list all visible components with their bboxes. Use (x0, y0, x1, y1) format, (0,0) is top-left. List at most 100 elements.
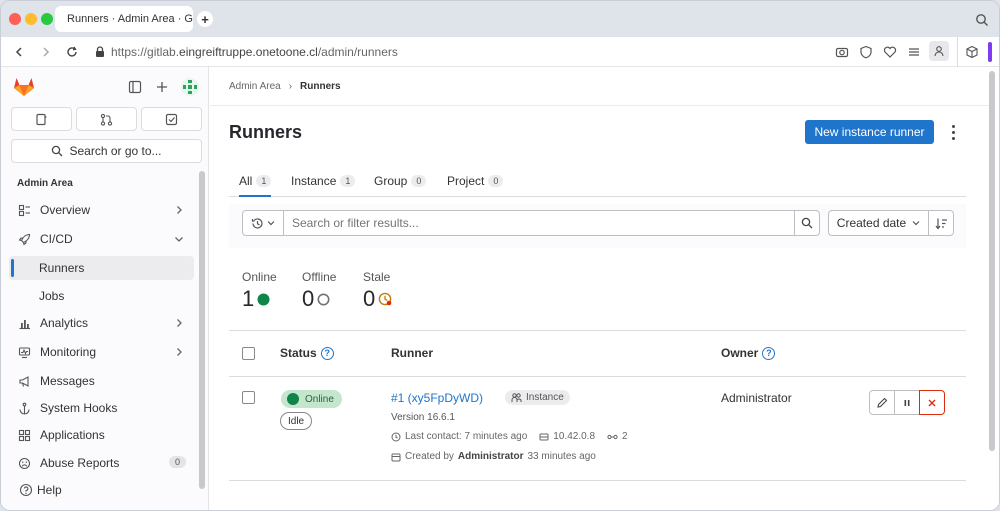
sidebar-item-system-hooks[interactable]: System Hooks (9, 396, 194, 420)
issues-button[interactable] (11, 107, 72, 131)
breadcrumb-admin-area[interactable]: Admin Area (229, 81, 281, 92)
created-by-user[interactable]: Administrator (458, 451, 524, 462)
edit-runner-button[interactable] (869, 390, 895, 415)
sidebar-item-jobs[interactable]: Jobs (9, 284, 194, 308)
runner-name-link[interactable]: #1 (xy5FpDyWD) (391, 391, 483, 405)
runner-meta-line: Last contact: 7 minutes ago 10.42.0.8 2 (391, 431, 628, 442)
sort-direction-button[interactable] (928, 210, 954, 236)
sidebar-item-overview[interactable]: Overview (9, 198, 194, 222)
created-ago: 33 minutes ago (527, 451, 596, 462)
created-prefix: Created by (405, 451, 454, 462)
sidebar-section-title: Admin Area (17, 178, 73, 189)
settings-sliders-icon[interactable] (907, 45, 921, 59)
status-help-icon[interactable]: ? (320, 346, 334, 360)
toggle-sidebar-icon[interactable] (128, 80, 142, 94)
sidebar-search-button[interactable]: Search or go to... (11, 139, 202, 163)
history-icon (251, 217, 263, 229)
pencil-icon (877, 397, 888, 408)
tab-group[interactable]: Group 0 (374, 170, 427, 192)
sidebar-item-analytics[interactable]: Analytics (9, 311, 194, 335)
plus-icon[interactable] (155, 80, 169, 94)
sidebar-toggle-indicator[interactable] (988, 42, 992, 62)
stat-stale: Stale 0 (363, 270, 392, 312)
stat-label: Offline (302, 270, 337, 284)
sidebar-item-messages[interactable]: Messages (9, 369, 194, 393)
header-runner-label: Runner (391, 346, 433, 360)
filter-search-button[interactable] (794, 210, 820, 236)
stat-offline: Offline 0 (302, 270, 336, 312)
clock-icon (391, 432, 401, 441)
sidebar-item-runners[interactable]: Runners (9, 256, 194, 280)
sidebar-item-cicd[interactable]: CI/CD (9, 227, 194, 251)
breadcrumb-current[interactable]: Runners (300, 81, 341, 92)
sidebar-item-label: Applications (40, 428, 105, 442)
address-bar[interactable]: https://gitlab.eingreiftruppe.onetoone.c… (89, 41, 957, 63)
pause-runner-button[interactable] (894, 390, 920, 415)
heart-icon[interactable] (883, 45, 897, 59)
delete-runner-button[interactable] (919, 390, 945, 415)
main-content: Admin Area › Runners Runners New instanc… (210, 67, 999, 510)
tab-project[interactable]: Project 0 (447, 170, 504, 192)
issues-icon (36, 113, 47, 125)
header-owner-label: Owner (721, 346, 759, 360)
sidebar-item-label: Messages (40, 374, 95, 388)
browser-window: Runners · Admin Area · G + https://gitla… (0, 0, 1000, 511)
browser-tab[interactable]: Runners · Admin Area · G (55, 6, 193, 32)
sidebar-item-abuse-reports[interactable]: Abuse Reports 0 (9, 451, 194, 475)
new-tab-button[interactable]: + (197, 11, 213, 27)
header-status: Status ? (280, 346, 334, 360)
header-runner: Runner (391, 346, 433, 360)
new-instance-runner-button[interactable]: New instance runner (805, 120, 934, 144)
admin-sidebar: Search or go to... Admin Area Overview C… (1, 67, 209, 510)
sort-descending-icon (935, 218, 947, 229)
sidebar-search-label: Search or go to... (69, 144, 162, 158)
maximize-window-button[interactable] (41, 13, 53, 25)
stat-value: 1 (242, 286, 255, 311)
sort-dropdown[interactable]: Created date (828, 210, 929, 236)
user-avatar-icon[interactable] (180, 77, 200, 97)
browser-toolbar: https://gitlab.eingreiftruppe.onetoone.c… (1, 37, 999, 67)
owner-help-icon[interactable]: ? (762, 346, 776, 360)
sidebar-item-label: Analytics (40, 316, 89, 330)
header-owner: Owner ? (721, 346, 776, 360)
tab-instance[interactable]: Instance 1 (291, 170, 356, 192)
sidebar-item-monitoring[interactable]: Monitoring (9, 340, 194, 364)
url-host: eingreiftruppe.onetoone.cl (179, 45, 318, 59)
filter-search-input[interactable] (283, 210, 795, 236)
back-icon[interactable] (11, 44, 27, 60)
minimize-window-button[interactable] (25, 13, 37, 25)
todo-button[interactable] (141, 107, 202, 131)
shield-icon[interactable] (859, 45, 873, 59)
sidebar-item-label: Jobs (39, 289, 65, 303)
tab-label: All (239, 174, 253, 188)
select-all-checkbox[interactable] (242, 347, 255, 360)
profile-icon[interactable] (929, 41, 949, 61)
chevron-down-icon (267, 221, 275, 226)
more-actions-kebab-icon[interactable] (948, 123, 958, 141)
close-window-button[interactable] (9, 13, 21, 25)
page-title: Runners (229, 122, 303, 142)
gitlab-logo-icon[interactable] (13, 77, 35, 97)
help-button[interactable]: Help (19, 483, 62, 497)
browser-search-icon[interactable] (975, 13, 989, 27)
reload-icon[interactable] (64, 44, 80, 60)
camera-icon[interactable] (835, 45, 849, 59)
help-question-icon (19, 483, 33, 497)
breadcrumb-separator: › (288, 80, 293, 92)
search-history-button[interactable] (242, 210, 284, 236)
sidebar-scrollbar[interactable] (199, 171, 205, 489)
tab-all[interactable]: All 1 (239, 170, 272, 197)
chevron-right-icon (177, 348, 182, 356)
row-select-checkbox[interactable] (242, 391, 255, 404)
online-dot-icon (287, 393, 299, 405)
header-status-label: Status (280, 346, 317, 360)
extension-cube-icon[interactable] (965, 45, 979, 59)
main-scrollbar[interactable] (989, 71, 995, 451)
online-status-icon (257, 293, 270, 305)
merge-requests-button[interactable] (76, 107, 137, 131)
sidebar-item-applications[interactable]: Applications (9, 423, 194, 447)
chevron-right-icon (177, 319, 182, 327)
chevron-down-icon (912, 221, 920, 226)
runner-type-badge: Instance (505, 390, 570, 405)
forward-icon[interactable] (38, 44, 54, 60)
